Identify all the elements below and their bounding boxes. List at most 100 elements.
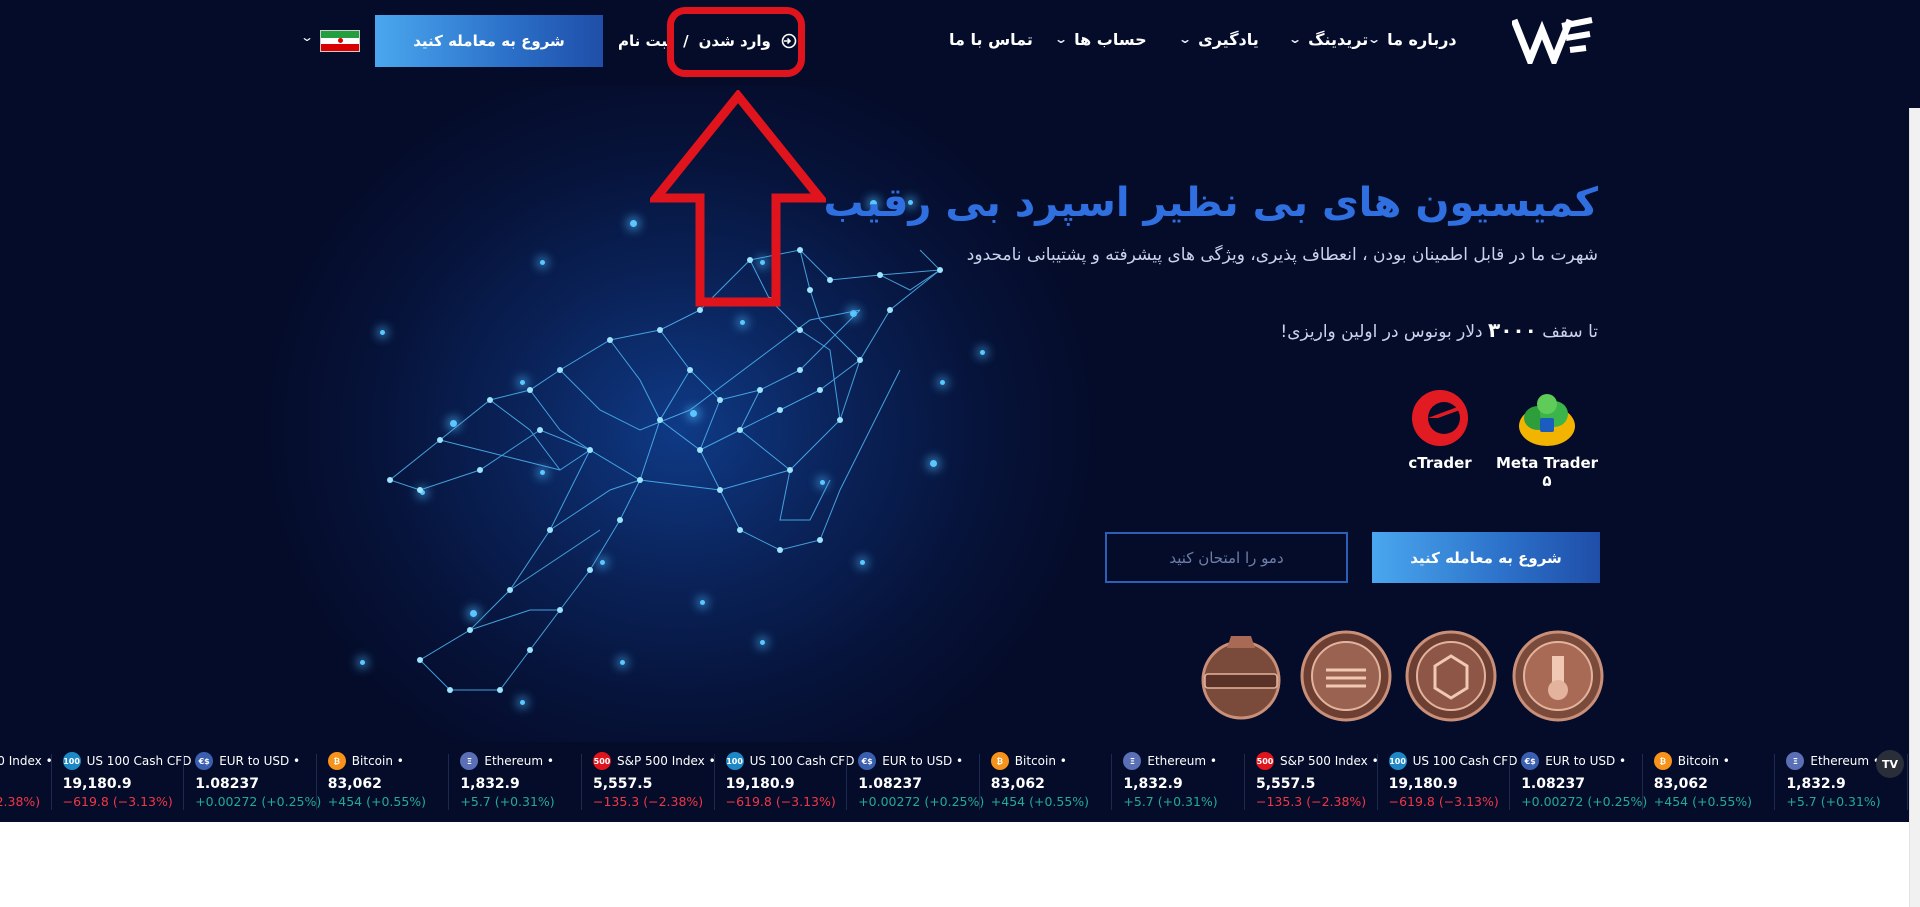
20-lps-supported-badge: [1201, 636, 1281, 720]
asset-price: 19,180.9: [1388, 776, 1458, 792]
register-link[interactable]: ثبت نام: [618, 32, 673, 50]
ticker-divider: [315, 754, 317, 810]
ticker-item-header: €$ EUR to USD •: [195, 752, 345, 770]
ticker-item-header: 500 S&P 500 Index •: [593, 752, 743, 770]
bonus-amount: ۳۰۰۰: [1488, 318, 1537, 342]
asset-name: Ethereum •: [1147, 754, 1217, 768]
ticker-divider: [1907, 754, 1908, 810]
language-chevron-down-icon[interactable]: ⌄: [300, 30, 314, 44]
ticker-divider: [1641, 754, 1643, 810]
bonus-suffix: دلار بونوس در اولین واریزی!: [1280, 322, 1488, 342]
ticker-divider: [1509, 754, 1511, 810]
nav-item-accounts[interactable]: حساب ها ⌄: [1054, 26, 1147, 52]
asset-name: US 100 Cash CFD •: [86, 754, 203, 768]
ticker-item[interactable]: €$ EUR to USD • 1.08237 +0.00272 (+0.25%): [195, 752, 345, 809]
ticker-item-header: 100 US 100 Cash CFD •: [62, 752, 213, 770]
walfiner-logo[interactable]: [1512, 16, 1594, 64]
asset-icon: ₿: [327, 752, 346, 770]
ticker-item-header: ₿ Bitcoin •: [327, 752, 478, 770]
asset-name: Bitcoin •: [1677, 754, 1730, 768]
asset-price: 1.08237: [1521, 776, 1585, 792]
ticker-item-header: 100 US 100 Cash CFD •: [1388, 752, 1539, 770]
bonus-text: تا سقف ۳۰۰۰ دلار بونوس در اولین واریزی!: [698, 318, 1598, 342]
ticker-item[interactable]: 500 S&P 500 Index • 5,557.5 −135.3 (−2.38%): [1256, 752, 1406, 809]
asset-change: +454 (+0.55%): [990, 794, 1090, 809]
ticker-item[interactable]: 100 US 100 Cash CFD • 19,180.9 −619.8 (−3.1…: [725, 752, 876, 809]
ticker-tape: 500 S&P 500 Index • 5,557.5 −135.3 (−2.38%)…: [0, 742, 1920, 822]
ticker-divider: [1376, 754, 1378, 810]
nav-item-contact[interactable]: تماس با ما: [949, 26, 1033, 52]
try-demo-button[interactable]: دمو را امتحان کنید: [1105, 532, 1348, 583]
asset-name: S&P 500 Index •: [1280, 754, 1379, 768]
ticker-divider: [50, 754, 52, 810]
ticker-item-header: Ξ Ethereum •: [460, 752, 610, 770]
ticker-item[interactable]: €$ EUR to USD • 1.08237 +0.00272 (+0.25%): [1521, 752, 1671, 809]
tradingview-logo-icon[interactable]: TV: [1876, 750, 1904, 778]
platform-label: cTrader: [1408, 454, 1472, 472]
ticker-item[interactable]: 100 US 100 Cash CFD • 19,180.9 −619.8 (−3.1…: [1388, 752, 1539, 809]
asset-change: −619.8 (−3.13%): [725, 794, 836, 809]
asset-price: 1,832.9: [460, 776, 520, 792]
asset-price: 1.08237: [858, 776, 922, 792]
asset-change: +454 (+0.55%): [1653, 794, 1753, 809]
nav-item-label: تماس با ما: [949, 29, 1033, 49]
best-market-maker-badge: [1405, 630, 1497, 722]
asset-price: 1,832.9: [1786, 776, 1846, 792]
asset-change: −135.3 (−2.38%): [1256, 794, 1367, 809]
start-trading-button[interactable]: شروع به معامله کنید: [1372, 532, 1600, 583]
asset-change: −135.3 (−2.38%): [593, 794, 704, 809]
asset-name: Bitcoin •: [351, 754, 404, 768]
platform-label: Meta Trader ۵: [1495, 454, 1599, 490]
ticker-item[interactable]: ₿ Bitcoin • 83,062 +454 (+0.55%): [990, 752, 1141, 809]
asset-icon: Ξ: [1123, 752, 1142, 770]
ticker-item[interactable]: ₿ Bitcoin • 83,062 +454 (+0.55%): [1653, 752, 1804, 809]
scrollbar[interactable]: [1909, 108, 1920, 907]
ticker-divider: [846, 754, 848, 810]
asset-price: 83,062: [990, 776, 1045, 792]
asset-icon: Ξ: [1786, 752, 1805, 770]
ticker-item[interactable]: Ξ Ethereum • 1,832.9 +5.7 (+0.31%): [460, 752, 610, 809]
asset-name: EUR to USD •: [1545, 754, 1627, 768]
ticker-item-header: €$ EUR to USD •: [858, 752, 1008, 770]
iran-flag-icon[interactable]: [320, 30, 360, 52]
ticker-item[interactable]: Ξ Ethereum • 1,832.9 +5.7 (+0.31%): [1123, 752, 1273, 809]
asset-price: 1.08237: [195, 776, 259, 792]
asset-icon: 100: [1388, 752, 1407, 770]
ticker-item-header: €$ EUR to USD •: [1521, 752, 1671, 770]
nav-item-label: یادگیری: [1198, 29, 1259, 49]
ticker-item[interactable]: ₿ Bitcoin • 83,062 +454 (+0.55%): [327, 752, 478, 809]
nav-item-learning[interactable]: یادگیری ⌄: [1178, 26, 1259, 52]
ticker-divider: [183, 754, 185, 810]
ticker-item[interactable]: 100 US 100 Cash CFD • 19,180.9 −619.8 (−3.1…: [62, 752, 213, 809]
asset-name: EUR to USD •: [219, 754, 301, 768]
asset-icon: 500: [1256, 752, 1274, 770]
login-highlight-box: [667, 7, 805, 77]
ticker-divider: [978, 754, 980, 810]
page: کمیسیون های بی نظیر اسپرد بی رقیب شهرت م…: [0, 0, 1920, 907]
platform-metatrader5[interactable]: Meta Trader ۵: [1492, 388, 1602, 490]
asset-icon: 100: [725, 752, 744, 770]
asset-icon: €$: [195, 752, 214, 770]
nav-item-label: درباره ما: [1387, 29, 1457, 49]
nav-item-trading[interactable]: تریدینگ ⌄: [1288, 26, 1368, 52]
asset-icon: 100: [62, 752, 81, 770]
ticker-item-header: ₿ Bitcoin •: [1653, 752, 1804, 770]
asset-price: 19,180.9: [62, 776, 132, 792]
ticker-item[interactable]: €$ EUR to USD • 1.08237 +0.00272 (+0.25%): [858, 752, 1008, 809]
asset-name: Bitcoin •: [1014, 754, 1067, 768]
red-up-arrow-annotation: [650, 90, 826, 307]
hero-subheadline: شهرت ما در قابل اطمینان بودن ، انعطاف پذ…: [966, 245, 1598, 265]
header-start-trading-button[interactable]: شروع به معامله کنید: [375, 15, 603, 67]
asset-name: EUR to USD •: [882, 754, 964, 768]
asset-change: +454 (+0.55%): [327, 794, 427, 809]
asset-change: +0.00272 (+0.25%): [195, 794, 322, 809]
asset-name: S&P 500 Index •: [617, 754, 716, 768]
asset-price: 1,832.9: [1123, 776, 1183, 792]
asset-price: 5,557.5: [593, 776, 653, 792]
asset-icon: ₿: [990, 752, 1009, 770]
ticker-item-header: 100 US 100 Cash CFD •: [725, 752, 876, 770]
platform-ctrader[interactable]: cTrader: [1400, 388, 1480, 472]
ticker-item[interactable]: 500 S&P 500 Index • 5,557.5 −135.3 (−2.38%): [593, 752, 743, 809]
nav-item-about[interactable]: درباره ما ⌄: [1367, 26, 1457, 52]
ticker-divider: [1244, 754, 1245, 810]
